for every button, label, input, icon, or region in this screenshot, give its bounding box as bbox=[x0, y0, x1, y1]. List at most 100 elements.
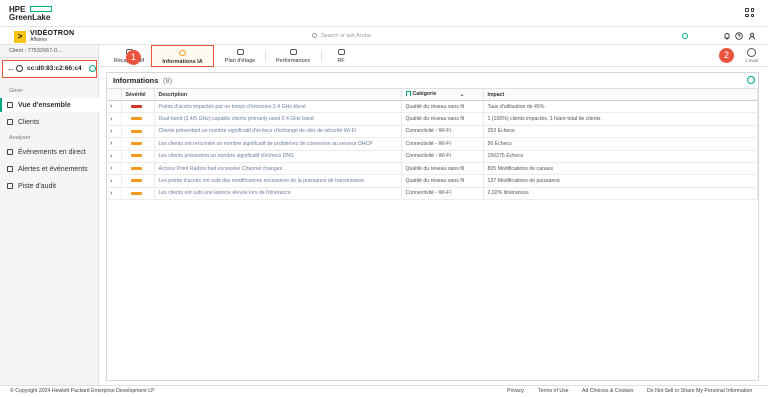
global-header: HPE GreenLake bbox=[0, 0, 768, 27]
severity-indicator bbox=[130, 104, 142, 108]
footer-link-do-not-sell[interactable]: Do Not Sell or Share My Personal Informa… bbox=[647, 386, 752, 397]
table-row[interactable]: › Les clients ont subi une latence élevée… bbox=[107, 187, 758, 201]
impact-cell: Taux d'utilisation de 45% bbox=[483, 100, 758, 114]
filter-icon[interactable] bbox=[405, 91, 411, 97]
notifications-icon[interactable] bbox=[723, 32, 731, 40]
table-row[interactable]: › Les clients ont rencontré un nombre sig… bbox=[107, 137, 758, 151]
category-cell: Qualité du réseau sans fil bbox=[401, 174, 484, 188]
videotron-brand[interactable]: > VIDÉOTRON Affaires bbox=[14, 30, 74, 43]
footer-link-privacy[interactable]: Privacy bbox=[507, 386, 524, 397]
impact-cell: 2,02% itinérances bbox=[483, 187, 758, 201]
description-cell[interactable]: Dual-band (2.4/5 GHz) capable clients pr… bbox=[154, 112, 402, 126]
severity-indicator bbox=[130, 179, 142, 183]
severity-cell bbox=[121, 150, 155, 163]
impact-cell: 56 Échecs bbox=[483, 137, 758, 151]
severity-cell bbox=[121, 174, 155, 188]
table-row[interactable]: › Les points d'accès ont subi des modific… bbox=[107, 174, 758, 188]
tab-floorplan[interactable]: Plan d'étage bbox=[217, 45, 263, 67]
tab-performance[interactable]: Performances bbox=[267, 45, 319, 67]
user-icon[interactable] bbox=[748, 32, 756, 40]
table-row[interactable]: › Points d'accès impactés par un temps d'… bbox=[107, 100, 758, 114]
insights-count: (8) bbox=[163, 76, 173, 85]
expand-row-icon[interactable]: › bbox=[107, 125, 122, 139]
severity-cell bbox=[121, 137, 155, 151]
description-cell[interactable]: Clients présentant un nombre significati… bbox=[154, 125, 402, 139]
brand-subtitle: Affaires bbox=[30, 37, 47, 43]
logo-line-2: GreenLake bbox=[9, 13, 51, 22]
severity-cell bbox=[121, 100, 155, 114]
severity-cell bbox=[121, 162, 155, 176]
expand-row-icon[interactable]: › bbox=[107, 100, 122, 114]
expand-row-icon[interactable]: › bbox=[107, 137, 122, 151]
impact-cell: 1 (100%) clients impactés, 1 h/are total… bbox=[483, 112, 758, 126]
back-arrow-icon[interactable]: ← bbox=[7, 64, 15, 74]
sidebar-item-overview[interactable]: Vue d'ensemble bbox=[0, 98, 99, 112]
ai-insights-icon bbox=[179, 50, 186, 56]
device-selector[interactable]: ← cc:d0:83:c2:66:c4 bbox=[2, 60, 97, 78]
table-row[interactable]: › Les clients présentent un nombre signif… bbox=[107, 150, 758, 163]
insights-table: Sévérité Description Catégorie ⌄ Impact ›… bbox=[107, 88, 758, 201]
search-input[interactable]: Search or ask Aruba bbox=[312, 31, 692, 41]
sidebar-item-alerts[interactable]: Alertes et événements bbox=[0, 162, 99, 176]
section-gerer: Gérer bbox=[9, 88, 24, 94]
category-column-header[interactable]: Catégorie ⌄ bbox=[401, 88, 484, 101]
severity-indicator bbox=[130, 154, 142, 158]
expand-row-icon[interactable]: › bbox=[107, 112, 122, 126]
chevron-down-icon[interactable]: ⌄ bbox=[459, 91, 464, 98]
search-submit-icon[interactable] bbox=[682, 33, 688, 39]
table-row[interactable]: › Dual-band (2.4/5 GHz) capable clients p… bbox=[107, 112, 758, 126]
audit-trail-icon bbox=[7, 183, 13, 189]
description-cell[interactable]: Les clients ont subi une latence élevée … bbox=[154, 187, 402, 201]
hpe-logo-bar bbox=[30, 6, 52, 12]
expand-row-icon[interactable]: › bbox=[107, 174, 122, 188]
description-column-header[interactable]: Description bbox=[154, 88, 402, 101]
expand-row-icon[interactable]: › bbox=[107, 187, 122, 201]
impact-cell: 156275 Échecs bbox=[483, 150, 758, 163]
hpe-greenlake-logo[interactable]: HPE GreenLake bbox=[9, 5, 53, 23]
severity-column-header[interactable]: Sévérité bbox=[121, 88, 155, 101]
footer-link-ad-choices[interactable]: Ad Choices & Cookies bbox=[582, 386, 634, 397]
sidebar-item-label: Événements en direct bbox=[18, 148, 86, 156]
description-cell[interactable]: Les points d'accès ont subi des modifica… bbox=[154, 174, 402, 188]
sidebar-item-audit-trail[interactable]: Piste d'audit bbox=[0, 179, 99, 193]
description-cell[interactable]: Points d'accès impactés par un temps d'é… bbox=[154, 100, 402, 114]
description-cell[interactable]: Les clients présentent un nombre signifi… bbox=[154, 150, 402, 163]
table-header-row: Sévérité Description Catégorie ⌄ Impact bbox=[107, 88, 758, 101]
more-options-icon[interactable] bbox=[747, 74, 755, 84]
severity-indicator bbox=[130, 117, 142, 121]
sidebar-item-live-events[interactable]: Événements en direct bbox=[0, 145, 99, 159]
sidebar-item-label: Clients bbox=[18, 118, 40, 126]
expand-row-icon[interactable]: › bbox=[107, 162, 122, 176]
time-range-history-icon[interactable] bbox=[747, 48, 756, 57]
severity-indicator bbox=[130, 191, 142, 195]
tab-divider bbox=[321, 50, 322, 62]
client-label[interactable]: Client : 77532667-0... bbox=[0, 45, 99, 58]
performance-icon bbox=[289, 49, 297, 55]
tab-label: Performances bbox=[275, 58, 311, 64]
description-cell[interactable]: Access Point Radios had excessive Channe… bbox=[154, 162, 402, 176]
annotation-badge-1: 1 bbox=[126, 50, 141, 65]
clients-icon bbox=[7, 119, 13, 125]
footer-link-terms[interactable]: Terms of Use bbox=[538, 386, 569, 397]
impact-cell: 137 Modifications de puissance bbox=[483, 174, 758, 188]
tab-ai-insights[interactable]: Informations IA bbox=[151, 45, 214, 67]
tab-rf[interactable]: RF bbox=[325, 45, 357, 67]
floorplan-icon bbox=[236, 49, 244, 55]
impact-column-header[interactable]: Impact bbox=[483, 88, 758, 101]
help-icon[interactable] bbox=[735, 32, 743, 40]
category-cell: Connectivité - Wi-Fi bbox=[401, 125, 484, 139]
description-cell[interactable]: Les clients ont rencontré un nombre sign… bbox=[154, 137, 402, 151]
table-row[interactable]: › Access Point Radios had excessive Chann… bbox=[107, 162, 758, 176]
tab-label: Informations IA bbox=[162, 59, 203, 65]
table-row[interactable]: › Clients présentant un nombre significat… bbox=[107, 125, 758, 139]
tab-bar: Récapitulatif Informations IA Plan d'éta… bbox=[99, 45, 768, 67]
time-range-label[interactable]: 1 mois bbox=[745, 58, 758, 63]
expand-column-header bbox=[107, 88, 122, 101]
left-sidebar: Client : 77532667-0... ← cc:d0:83:c2:66:… bbox=[0, 45, 99, 385]
category-cell: Qualité du réseau sans fil bbox=[401, 100, 484, 114]
severity-indicator bbox=[130, 166, 142, 170]
access-point-icon bbox=[16, 65, 23, 72]
expand-row-icon[interactable]: › bbox=[107, 150, 122, 163]
sidebar-item-clients[interactable]: Clients bbox=[0, 115, 99, 129]
apps-grid-icon[interactable] bbox=[745, 8, 755, 18]
